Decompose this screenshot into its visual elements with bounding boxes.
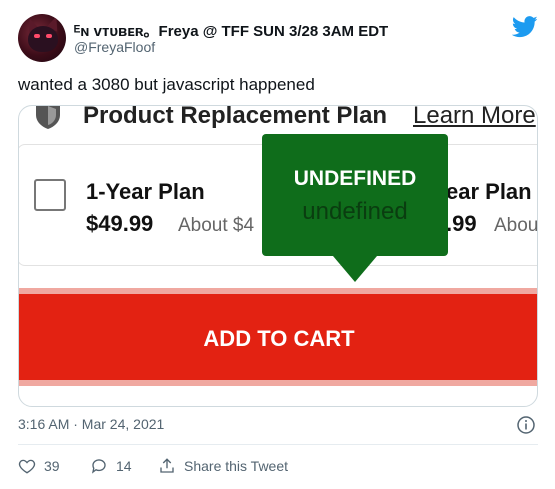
shield-icon: [36, 106, 60, 129]
heart-icon: [18, 459, 36, 474]
avatar[interactable]: [18, 14, 66, 62]
tweet-actions: 39 14 Share this Tweet: [18, 456, 538, 476]
add-to-cart-label: ADD TO CART: [203, 326, 355, 351]
plan-about-price: About $4: [178, 215, 255, 236]
info-icon[interactable]: [517, 416, 535, 434]
share-icon: [160, 458, 174, 473]
add-to-cart-button[interactable]: ADD TO CART: [19, 294, 537, 380]
tooltip-arrow: [333, 256, 377, 282]
avatar-eye: [46, 34, 52, 38]
share-label: Share this Tweet: [184, 458, 289, 474]
plan-name: 1-Year Plan: [86, 179, 205, 204]
plan-checkbox[interactable]: [34, 179, 66, 211]
learn-more-link[interactable]: Learn More: [413, 106, 536, 130]
tooltip-title: UNDEFINED: [293, 167, 417, 190]
like-button[interactable]: 39: [18, 456, 60, 476]
tweet-media-image[interactable]: Product Replacement Plan Learn More 1-Ye…: [18, 105, 538, 407]
plan-title: Product Replacement Plan: [83, 105, 388, 129]
cart-strip-bottom: [19, 380, 537, 386]
plan-about-secondary: Abou: [494, 215, 538, 236]
avatar-eye: [34, 34, 40, 38]
like-count: 39: [44, 458, 60, 474]
reply-count: 14: [116, 458, 132, 474]
tweet-card: ᴱɴ ᴠᴛᴜʙᴇʀ。Freya @ TFF SUN 3/28 3AM EDT @…: [0, 0, 555, 489]
undefined-tooltip: UNDEFINED undefined: [262, 134, 448, 256]
reply-icon: [91, 459, 106, 474]
share-button[interactable]: Share this Tweet: [158, 456, 288, 476]
display-name[interactable]: ᴱɴ ᴠᴛᴜʙᴇʀ。Freya @ TFF SUN 3/28 3AM EDT: [74, 20, 388, 41]
tweet-text: wanted a 3080 but javascript happened: [18, 75, 315, 94]
tweet-timestamp[interactable]: 3:16 AM · Mar 24, 2021: [18, 416, 164, 432]
user-handle[interactable]: @FreyaFloof: [74, 39, 155, 55]
reply-button[interactable]: 14: [90, 456, 132, 476]
plan-name-secondary: ear Plan: [446, 179, 532, 204]
plan-header: Product Replacement Plan Learn More: [19, 105, 537, 132]
plan-price-secondary: .99: [446, 211, 477, 236]
plan-price: $49.99: [86, 211, 154, 236]
avatar-face: [28, 26, 58, 52]
tooltip-subtitle: undefined: [302, 198, 408, 225]
twitter-bird-icon[interactable]: [512, 16, 538, 38]
divider: [18, 444, 538, 445]
